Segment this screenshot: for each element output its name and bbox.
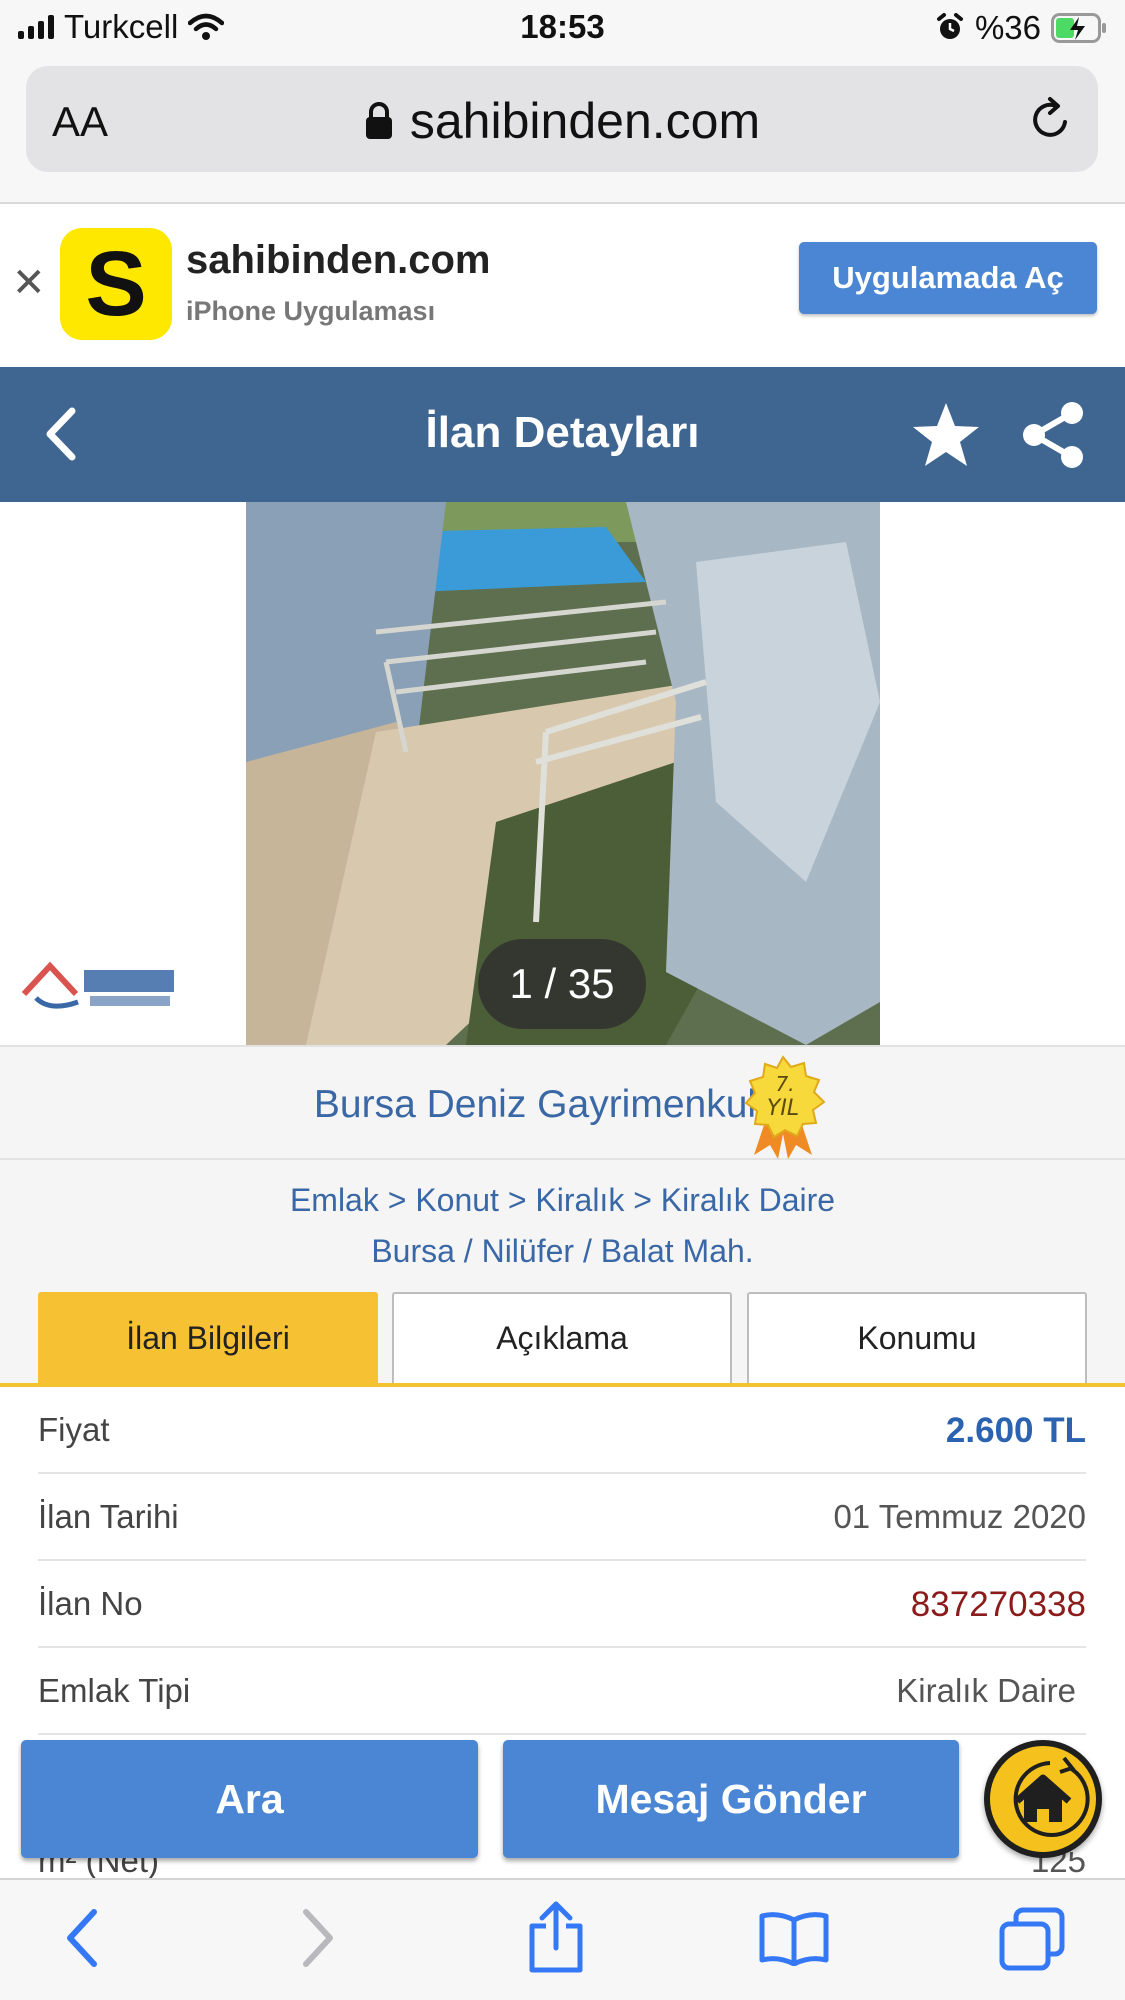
send-message-button[interactable]: Mesaj Gönder bbox=[503, 1740, 959, 1858]
browser-forward-icon[interactable] bbox=[296, 1906, 340, 1970]
share-sheet-icon[interactable] bbox=[526, 1900, 586, 1974]
listing-number-value: 837270338 bbox=[910, 1585, 1086, 1624]
app-name: sahibinden.com bbox=[186, 238, 491, 282]
battery-charging-icon bbox=[1051, 13, 1106, 43]
seven-year-badge-icon: 7. YIL bbox=[744, 1055, 826, 1159]
store-name-link[interactable]: Bursa Deniz Gayrimenkul bbox=[0, 1083, 1070, 1127]
battery-percent: %36 bbox=[974, 9, 1041, 46]
app-banner: ✕ S sahibinden.com iPhone Uygulaması Uyg… bbox=[0, 204, 1125, 367]
alarm-icon bbox=[936, 13, 963, 39]
favorite-star-icon[interactable] bbox=[910, 400, 982, 470]
table-row: İlan No 837270338 bbox=[38, 1561, 1086, 1648]
bookmarks-icon[interactable] bbox=[758, 1910, 830, 1966]
row-label: İlan Tarihi bbox=[38, 1498, 179, 1535]
url-text: sahibinden.com bbox=[409, 93, 761, 149]
lock-icon bbox=[365, 102, 392, 139]
detail-tabs: İlan Bilgileri Açıklama Konumu bbox=[0, 1292, 1125, 1387]
reload-icon[interactable] bbox=[1028, 94, 1074, 144]
property-type-value: Kiralık Daire bbox=[896, 1672, 1076, 1709]
photo-counter: 1 / 35 bbox=[478, 939, 646, 1029]
browser-address-area: AA sahibinden.com bbox=[0, 56, 1125, 204]
tabs-icon[interactable] bbox=[998, 1906, 1066, 1972]
home-icon bbox=[1013, 1756, 1090, 1837]
browser-toolbar bbox=[0, 1878, 1125, 2000]
breadcrumb: Emlak > Konut > Kiralık > Kiralık Daire … bbox=[0, 1160, 1125, 1292]
tab-listing-info[interactable]: İlan Bilgileri bbox=[38, 1292, 378, 1383]
photo-gallery[interactable]: 1 / 35 bbox=[0, 502, 1125, 1045]
status-bar: Turkcell 18:53 %36 bbox=[0, 0, 1125, 56]
store-row[interactable]: Bursa Deniz Gayrimenkul 7. YIL bbox=[0, 1045, 1125, 1160]
listing-date-value: 01 Temmuz 2020 bbox=[833, 1498, 1086, 1535]
address-bar[interactable]: AA sahibinden.com bbox=[26, 66, 1098, 172]
table-row: İlan Tarihi 01 Temmuz 2020 bbox=[38, 1474, 1086, 1561]
app-subtitle: iPhone Uygulaması bbox=[186, 296, 436, 326]
tab-description[interactable]: Açıklama bbox=[392, 1292, 732, 1383]
close-icon[interactable]: ✕ bbox=[12, 260, 46, 306]
svg-text:7.: 7. bbox=[775, 1072, 794, 1096]
category-path-link[interactable]: Emlak > Konut > Kiralık > Kiralık Daire bbox=[0, 1182, 1125, 1219]
home-button[interactable] bbox=[984, 1740, 1102, 1858]
price-value: 2.600 TL bbox=[945, 1411, 1086, 1450]
open-in-app-button[interactable]: Uygulamada Aç bbox=[799, 242, 1097, 314]
agency-watermark-logo bbox=[21, 961, 174, 1009]
app-logo: S bbox=[60, 228, 172, 340]
svg-text:YIL: YIL bbox=[767, 1096, 799, 1121]
tab-location[interactable]: Konumu bbox=[747, 1292, 1087, 1383]
share-icon[interactable] bbox=[1020, 400, 1086, 470]
page-header: İlan Detayları bbox=[0, 367, 1125, 502]
table-row: Fiyat 2.600 TL bbox=[38, 1387, 1086, 1474]
listing-info-table: Fiyat 2.600 TL İlan Tarihi 01 Temmuz 202… bbox=[38, 1387, 1086, 1735]
row-label: Emlak Tipi bbox=[38, 1672, 191, 1709]
call-button[interactable]: Ara bbox=[21, 1740, 478, 1858]
row-label: İlan No bbox=[38, 1585, 143, 1622]
location-path-link[interactable]: Bursa / Nilüfer / Balat Mah. bbox=[0, 1233, 1125, 1270]
table-row: Emlak Tipi Kiralık Daire bbox=[38, 1648, 1086, 1735]
browser-back-icon[interactable] bbox=[60, 1906, 104, 1970]
row-label: Fiyat bbox=[38, 1411, 110, 1448]
